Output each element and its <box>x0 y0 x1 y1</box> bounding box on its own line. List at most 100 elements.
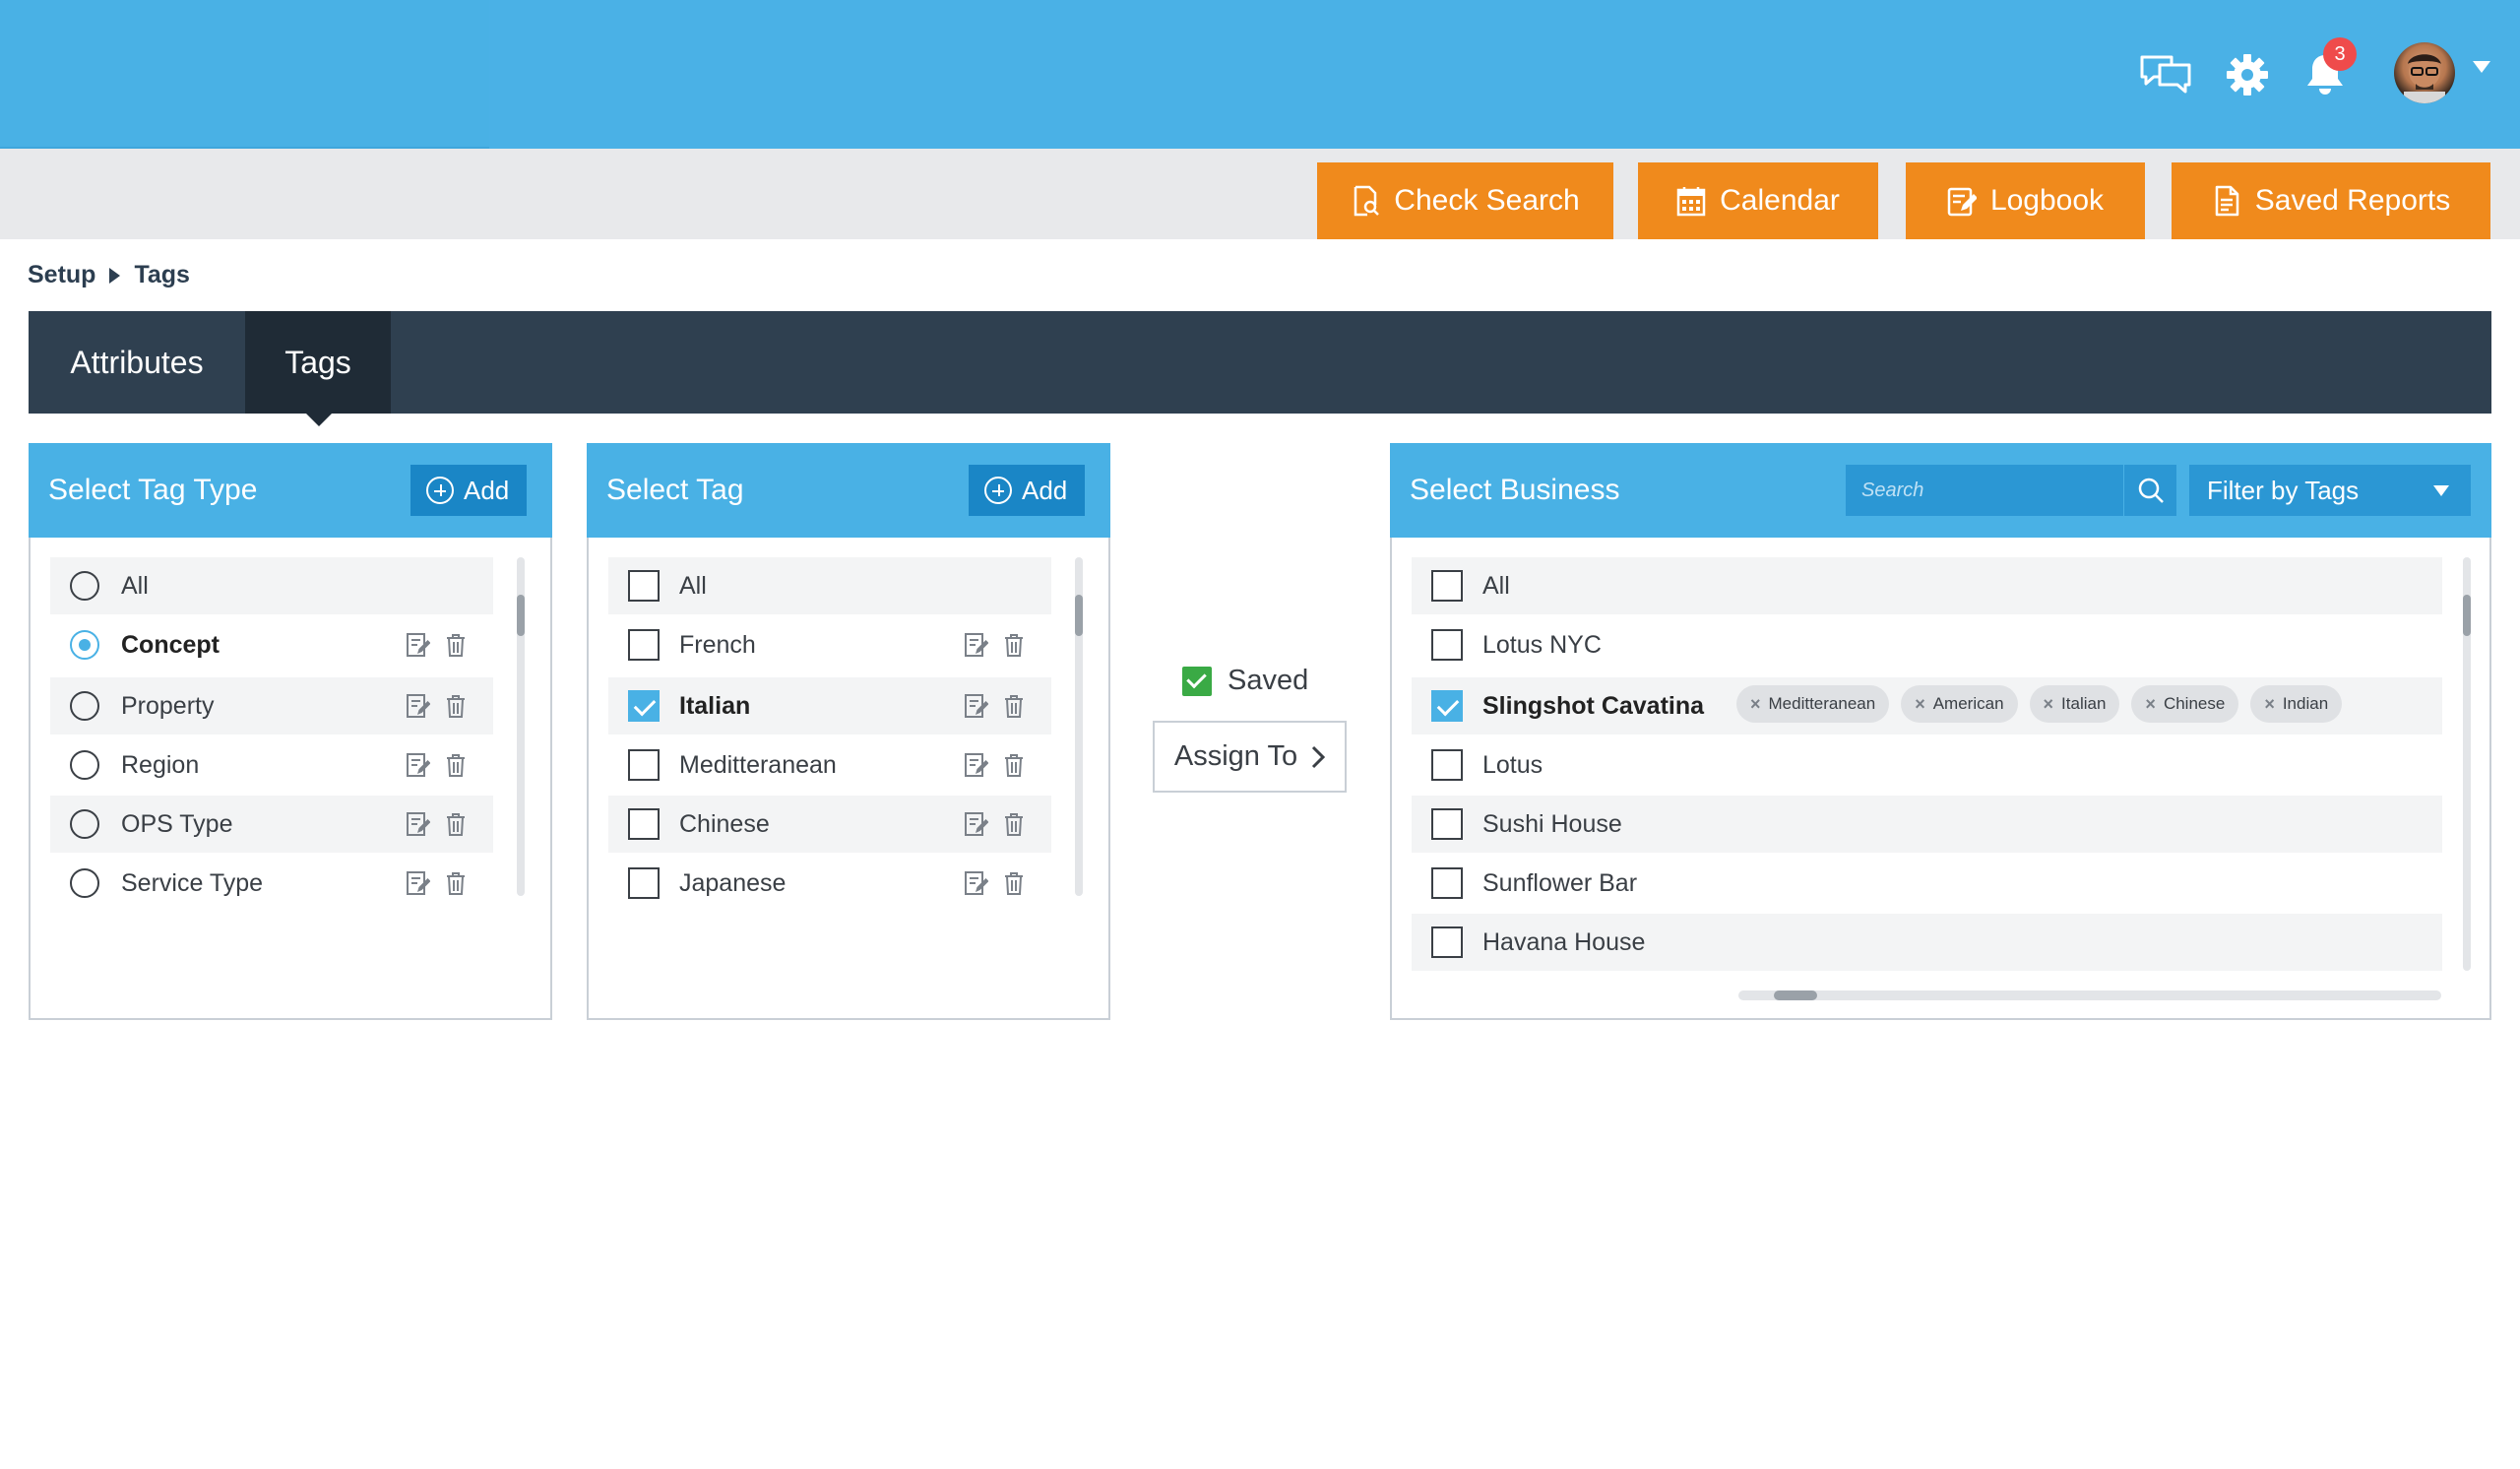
scroll-thumb[interactable] <box>1774 990 1817 1000</box>
saved-reports-button[interactable]: Saved Reports <box>2172 162 2490 239</box>
remove-icon[interactable]: × <box>2145 694 2156 715</box>
trash-icon[interactable] <box>444 752 468 778</box>
radio-button[interactable] <box>70 809 99 839</box>
tab-tags[interactable]: Tags <box>245 311 391 414</box>
search-input[interactable] <box>1846 479 2121 502</box>
vertical-scrollbar[interactable] <box>517 557 525 896</box>
list-item[interactable]: Region <box>50 736 493 794</box>
scroll-thumb[interactable] <box>2463 595 2471 636</box>
trash-icon[interactable] <box>1002 693 1026 719</box>
remove-icon[interactable]: × <box>1915 694 1925 715</box>
remove-icon[interactable]: × <box>2264 694 2275 715</box>
list-item[interactable]: Sushi House <box>1412 796 2442 853</box>
gear-icon[interactable] <box>2218 47 2277 102</box>
avatar[interactable] <box>2394 42 2455 103</box>
tab-attributes[interactable]: Attributes <box>29 311 245 414</box>
edit-icon[interactable] <box>407 693 430 719</box>
list-item[interactable]: Service Type <box>50 855 493 912</box>
checkbox[interactable] <box>1431 570 1463 602</box>
tag-chip[interactable]: × Italian <box>2029 685 2120 723</box>
horizontal-scrollbar[interactable] <box>1738 990 2441 1000</box>
vertical-scrollbar[interactable] <box>1075 557 1083 896</box>
list-item[interactable]: Meditteranean <box>608 736 1051 794</box>
select-tag-panel: Select Tag Add All French Italian Meditt… <box>587 443 1110 1020</box>
breadcrumb-setup[interactable]: Setup <box>28 261 95 289</box>
edit-icon[interactable] <box>965 693 988 719</box>
edit-icon[interactable] <box>965 870 988 896</box>
list-item[interactable]: All <box>608 557 1051 614</box>
checkbox[interactable] <box>628 749 660 781</box>
tag-chip[interactable]: × American <box>1901 685 2018 723</box>
list-item[interactable]: Sunflower Bar <box>1412 855 2442 912</box>
trash-icon[interactable] <box>444 870 468 896</box>
trash-icon[interactable] <box>1002 752 1026 778</box>
user-menu-caret-icon[interactable] <box>2473 61 2490 73</box>
list-item[interactable]: Japanese <box>608 855 1051 912</box>
trash-icon[interactable] <box>1002 632 1026 658</box>
checkbox[interactable] <box>1431 867 1463 899</box>
edit-icon[interactable] <box>407 870 430 896</box>
checkbox[interactable] <box>628 690 660 722</box>
list-item[interactable]: All <box>1412 557 2442 614</box>
tag-chip[interactable]: × Meditteranean <box>1736 685 1890 723</box>
search-button[interactable] <box>2123 465 2176 516</box>
filter-by-tags-select[interactable]: Filter by Tags <box>2189 465 2471 516</box>
vertical-scrollbar[interactable] <box>2463 557 2471 971</box>
list-item[interactable]: French <box>608 616 1051 673</box>
list-item[interactable]: Concept <box>50 616 493 673</box>
trash-icon[interactable] <box>444 811 468 837</box>
scroll-thumb[interactable] <box>1075 595 1083 636</box>
logbook-button[interactable]: Logbook <box>1906 162 2145 239</box>
radio-button[interactable] <box>70 691 99 721</box>
trash-icon[interactable] <box>444 693 468 719</box>
list-item[interactable]: Lotus NYC <box>1412 616 2442 673</box>
scroll-thumb[interactable] <box>517 595 525 636</box>
list-item[interactable]: Italian <box>608 677 1051 734</box>
tag-chip[interactable]: × Chinese <box>2131 685 2239 723</box>
add-tag-button[interactable]: Add <box>969 465 1086 516</box>
chat-icon[interactable] <box>2136 47 2195 102</box>
checkbox[interactable] <box>628 629 660 661</box>
trash-icon[interactable] <box>1002 870 1026 896</box>
bell-icon[interactable]: 3 <box>2296 37 2357 102</box>
edit-icon[interactable] <box>965 752 988 778</box>
calendar-label: Calendar <box>1720 184 1840 217</box>
radio-button[interactable] <box>70 571 99 601</box>
trash-icon[interactable] <box>444 632 468 658</box>
check-search-button[interactable]: Check Search <box>1317 162 1613 239</box>
assign-to-button[interactable]: Assign To <box>1153 721 1347 793</box>
radio-button[interactable] <box>70 630 99 660</box>
list-item[interactable]: Havana House <box>1412 914 2442 971</box>
edit-icon[interactable] <box>965 811 988 837</box>
checkbox[interactable] <box>628 570 660 602</box>
list-item[interactable]: Chinese <box>608 796 1051 853</box>
trash-icon[interactable] <box>1002 811 1026 837</box>
tag-chip-label: Meditteranean <box>1768 694 1876 713</box>
list-item[interactable]: All <box>50 557 493 614</box>
radio-button[interactable] <box>70 868 99 898</box>
chevron-right-icon <box>1312 745 1326 768</box>
checkbox[interactable] <box>1431 808 1463 840</box>
checkbox[interactable] <box>1431 629 1463 661</box>
edit-icon[interactable] <box>965 632 988 658</box>
edit-icon[interactable] <box>407 632 430 658</box>
list-item-label: All <box>121 571 149 600</box>
list-item[interactable]: Lotus <box>1412 736 2442 794</box>
edit-icon[interactable] <box>407 811 430 837</box>
checkbox[interactable] <box>628 808 660 840</box>
add-tag-type-button[interactable]: Add <box>410 465 528 516</box>
edit-icon[interactable] <box>407 752 430 778</box>
row-actions <box>407 693 468 719</box>
list-item[interactable]: Property <box>50 677 493 734</box>
checkbox[interactable] <box>1431 749 1463 781</box>
list-item[interactable]: OPS Type <box>50 796 493 853</box>
checkbox[interactable] <box>628 867 660 899</box>
checkbox[interactable] <box>1431 926 1463 958</box>
tag-chip[interactable]: × Indian <box>2250 685 2343 723</box>
report-icon <box>2215 185 2239 217</box>
calendar-button[interactable]: Calendar <box>1638 162 1878 239</box>
remove-icon[interactable]: × <box>2044 694 2054 715</box>
checkbox[interactable] <box>1431 690 1463 722</box>
remove-icon[interactable]: × <box>1750 694 1761 715</box>
radio-button[interactable] <box>70 750 99 780</box>
